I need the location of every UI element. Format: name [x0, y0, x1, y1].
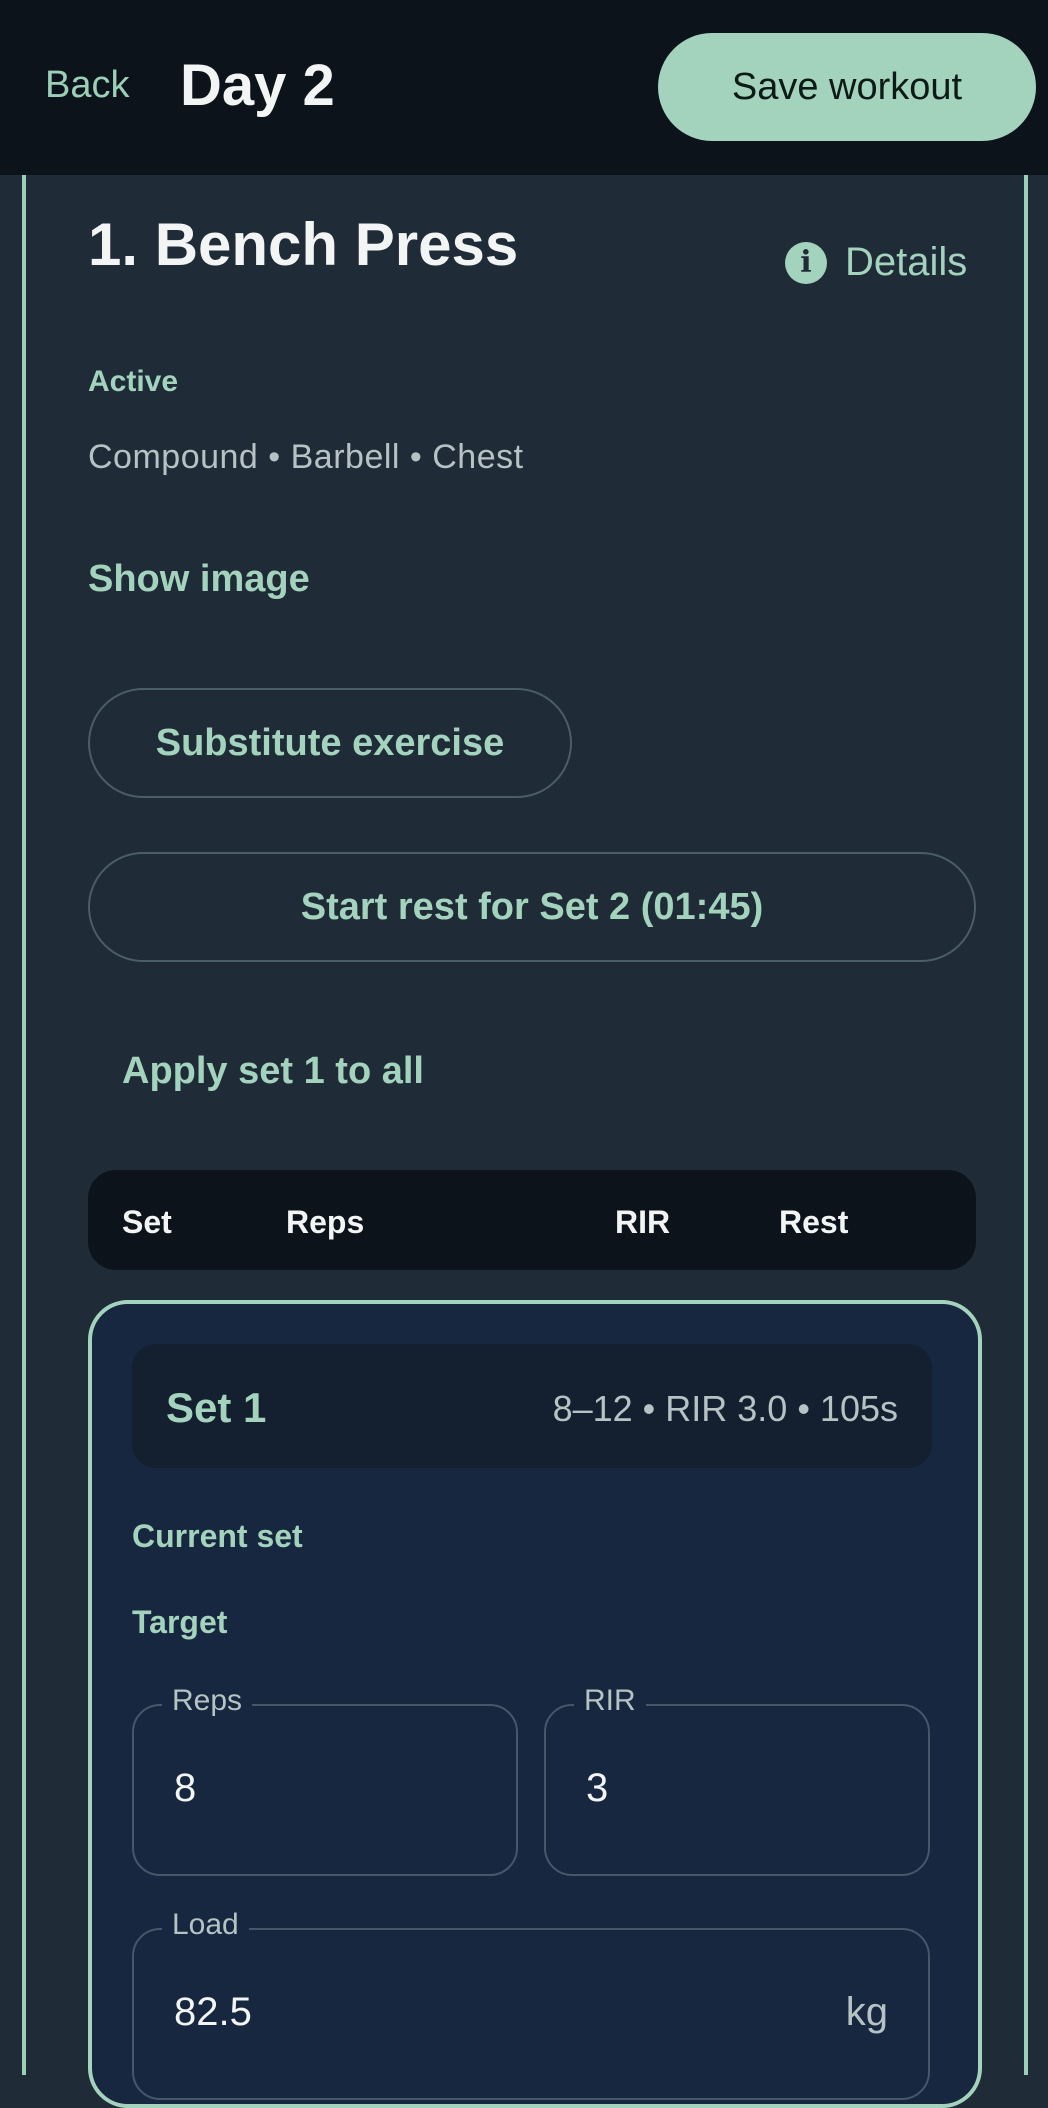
rir-field-label: RIR — [574, 1684, 646, 1718]
details-button[interactable]: i Details — [785, 240, 967, 285]
current-set-label: Current set — [132, 1518, 303, 1554]
sets-table-header: Set Reps RIR Rest — [88, 1170, 976, 1270]
column-header-rir: RIR — [615, 1204, 671, 1240]
save-workout-button[interactable]: Save workout — [658, 33, 1036, 141]
column-header-set: Set — [122, 1204, 172, 1240]
load-field[interactable]: Load 82.5 kg — [132, 1908, 930, 2100]
rir-field-value: 3 — [586, 1766, 609, 1810]
reps-field[interactable]: Reps 8 — [132, 1684, 518, 1876]
set-name: Set 1 — [166, 1384, 267, 1431]
load-field-value: 82.5 — [174, 1990, 252, 2034]
exercise-title: 1. Bench Press — [88, 211, 519, 278]
exercise-meta: Compound • Barbell • Chest — [88, 438, 524, 476]
load-field-unit: kg — [845, 1990, 888, 2034]
load-field-label: Load — [162, 1908, 249, 1942]
set-header[interactable]: Set 1 8–12 • RIR 3.0 • 105s — [132, 1344, 932, 1468]
rir-field[interactable]: RIR 3 — [544, 1684, 930, 1876]
status-label: Active — [88, 365, 179, 398]
reps-field-label: Reps — [162, 1684, 253, 1718]
target-label: Target — [132, 1604, 228, 1640]
set-summary: 8–12 • RIR 3.0 • 105s — [552, 1388, 898, 1429]
back-button[interactable]: Back — [45, 64, 129, 107]
column-header-rest: Rest — [779, 1204, 849, 1240]
column-header-reps: Reps — [286, 1204, 365, 1240]
show-image-link[interactable]: Show image — [88, 558, 310, 601]
page-title: Day 2 — [180, 53, 335, 118]
info-icon: i — [785, 241, 827, 284]
apply-set-to-all-button[interactable]: Apply set 1 to all — [122, 1050, 424, 1093]
details-label: Details — [845, 240, 968, 284]
start-rest-button[interactable]: Start rest for Set 2 (01:45) — [88, 852, 976, 962]
top-app-bar: Back Day 2 Save workout — [0, 0, 1048, 175]
substitute-exercise-button[interactable]: Substitute exercise — [88, 688, 572, 798]
reps-field-value: 8 — [174, 1766, 197, 1810]
set-card: Set 1 8–12 • RIR 3.0 • 105s Current set … — [88, 1300, 982, 2108]
